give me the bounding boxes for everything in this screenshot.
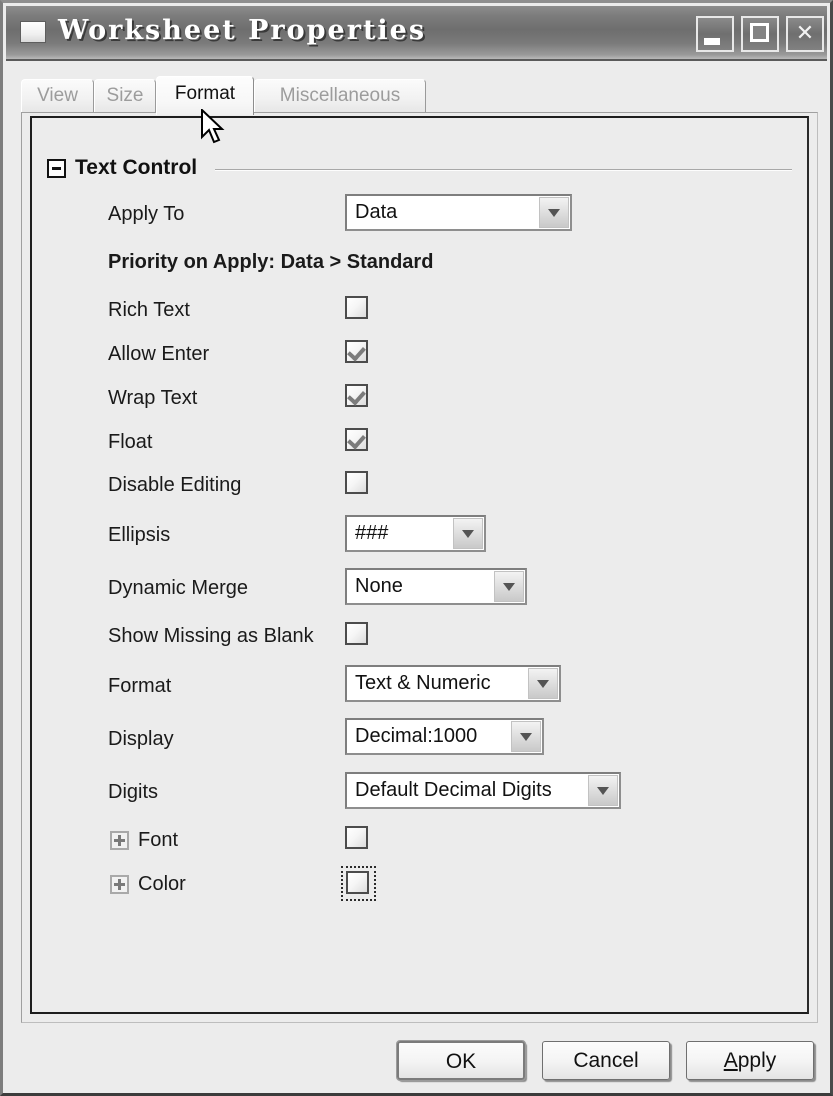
maximize-button[interactable] — [741, 16, 779, 52]
label-rich-text: Rich Text — [108, 299, 190, 321]
format-combo[interactable]: Text & Numeric — [345, 665, 561, 702]
label-color: Color — [138, 873, 186, 895]
label-ellipsis: Ellipsis — [108, 524, 171, 546]
group-title: Text Control — [75, 156, 198, 179]
chevron-down-icon[interactable] — [511, 721, 541, 752]
checkbox-disable-editing[interactable] — [345, 471, 368, 494]
group-text-control: Text Control — [47, 156, 792, 182]
font-expander[interactable] — [110, 831, 129, 850]
title-bar[interactable]: Worksheet Properties ✕ — [6, 6, 827, 61]
color-expander[interactable] — [110, 875, 129, 894]
chevron-down-icon[interactable] — [528, 668, 558, 699]
checkbox-rich-text[interactable] — [345, 296, 368, 319]
dynamic-merge-value: None — [355, 575, 403, 597]
ok-button[interactable]: OK — [396, 1040, 526, 1081]
apply-label-rest: pply — [737, 1049, 777, 1072]
chevron-down-icon[interactable] — [453, 518, 483, 549]
label-show-missing-as-blank: Show Missing as Blank — [108, 625, 314, 647]
display-value: Decimal:1000 — [355, 725, 478, 747]
tab-size[interactable]: Size — [94, 79, 156, 113]
minimize-button[interactable] — [696, 16, 734, 52]
label-float: Float — [108, 431, 153, 453]
close-icon: ✕ — [795, 21, 815, 46]
label-disable-editing: Disable Editing — [108, 474, 242, 496]
chevron-down-icon[interactable] — [494, 571, 524, 602]
checkbox-color[interactable] — [346, 871, 369, 894]
chevron-down-icon[interactable] — [588, 775, 618, 806]
group-collapse-toggle[interactable] — [47, 159, 66, 178]
minus-icon — [52, 167, 61, 170]
label-apply-to: Apply To — [108, 203, 185, 225]
plus-icon-vertical — [118, 879, 121, 890]
cancel-button[interactable]: Cancel — [542, 1041, 670, 1080]
ellipsis-combo[interactable]: ### — [345, 515, 486, 552]
ellipsis-value: ### — [355, 522, 389, 544]
checkbox-float[interactable] — [345, 428, 368, 451]
tab-miscellaneous[interactable]: Miscellaneous — [254, 79, 426, 113]
digits-combo[interactable]: Default Decimal Digits — [345, 772, 621, 809]
dynamic-merge-combo[interactable]: None — [345, 568, 527, 605]
window-title: Worksheet Properties — [58, 15, 427, 46]
checkbox-font[interactable] — [345, 826, 368, 849]
label-display: Display — [108, 728, 174, 750]
tab-page-format: Text Control Apply To Data Priority on A… — [21, 112, 818, 1023]
tab-strip: View Size Format Miscellaneous — [21, 76, 811, 115]
window-square-icon — [20, 21, 46, 43]
display-combo[interactable]: Decimal:1000 — [345, 718, 544, 755]
plus-icon-vertical — [118, 835, 121, 846]
tab-format[interactable]: Format — [156, 76, 254, 115]
label-font: Font — [138, 829, 179, 851]
minimize-icon — [704, 38, 720, 45]
label-digits: Digits — [108, 781, 159, 803]
tab-view[interactable]: View — [21, 79, 94, 113]
apply-to-value: Data — [355, 201, 398, 223]
apply-accelerator: A — [723, 1049, 738, 1072]
tab-page-inner: Text Control Apply To Data Priority on A… — [30, 116, 809, 1014]
checkbox-wrap-text[interactable] — [345, 384, 368, 407]
label-format: Format — [108, 675, 172, 697]
label-dynamic-merge: Dynamic Merge — [108, 577, 249, 599]
group-separator — [215, 169, 792, 171]
maximize-icon — [750, 23, 769, 42]
label-allow-enter: Allow Enter — [108, 343, 210, 365]
digits-value: Default Decimal Digits — [355, 779, 552, 801]
apply-button[interactable]: Apply — [686, 1041, 814, 1080]
checkbox-show-missing-as-blank[interactable] — [345, 622, 368, 645]
priority-note: Priority on Apply: Data > Standard — [108, 251, 434, 273]
close-button[interactable]: ✕ — [786, 16, 824, 52]
format-value: Text & Numeric — [355, 672, 491, 694]
checkbox-allow-enter[interactable] — [345, 340, 368, 363]
apply-to-combo[interactable]: Data — [345, 194, 572, 231]
label-wrap-text: Wrap Text — [108, 387, 198, 409]
chevron-down-icon[interactable] — [539, 197, 569, 228]
dialog-window: Worksheet Properties ✕ View Size Format … — [0, 0, 833, 1096]
